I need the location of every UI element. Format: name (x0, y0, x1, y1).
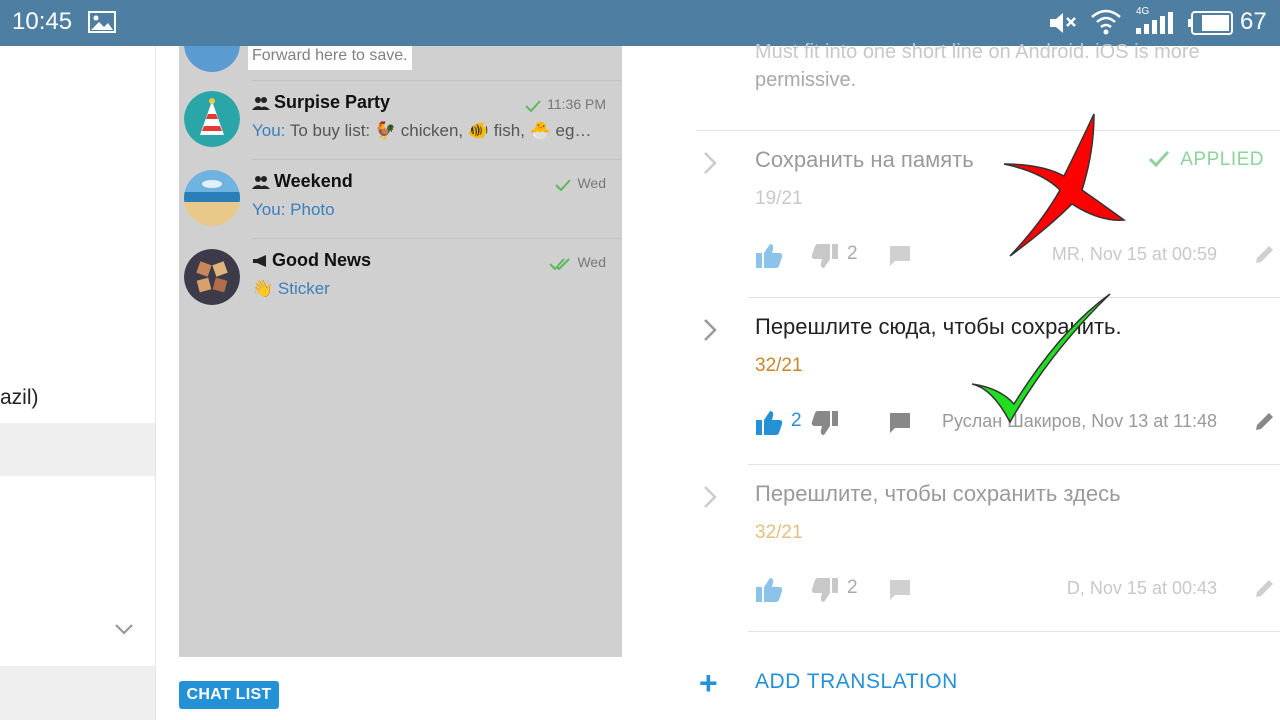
chat-row: Surpise Party 11:36 PM You: To buy list:… (179, 80, 622, 159)
image-icon (88, 11, 116, 33)
translation-text: Сохранить на память (755, 147, 974, 172)
translation-text: Перешлите, чтобы сохранить здесь (755, 481, 1121, 506)
vote-actions: 2 D, Nov 15 at 00:43 (755, 575, 1280, 605)
wifi-icon (1091, 9, 1121, 35)
chevron-right-icon[interactable] (700, 149, 720, 177)
translation-item[interactable]: Сохранить на память APPLIED 19/21 2 MR, … (696, 131, 1280, 298)
chat-row: Weekend Wed You: Photo (179, 159, 622, 238)
selected-row[interactable] (0, 423, 155, 476)
applied-badge: APPLIED (1148, 149, 1264, 171)
chat-name: Good News (252, 250, 371, 271)
comment-icon[interactable] (889, 245, 911, 267)
chat-list-button[interactable]: CHAT LIST (179, 681, 279, 709)
add-translation-button[interactable]: + ADD TRANSLATION (696, 666, 1280, 706)
translation-item[interactable]: Перешлите, чтобы сохранить здесь 32/21 2… (696, 465, 1280, 632)
check-icon (555, 179, 572, 192)
chat-name: Surpise Party (252, 92, 390, 113)
char-count: 32/21 (755, 355, 803, 376)
chat-preview-screenshot: Forward here to save. Surpise Party 11:3… (179, 46, 622, 657)
plus-icon[interactable]: + (699, 667, 718, 699)
language-label[interactable]: azil) (0, 386, 39, 410)
saved-messages-row: Forward here to save. (179, 46, 622, 80)
thumbs-up-icon[interactable] (755, 243, 783, 269)
comment-icon[interactable] (889, 412, 911, 434)
thumbs-down-icon[interactable] (811, 243, 839, 269)
divider (748, 631, 1280, 632)
saved-messages-avatar (184, 46, 240, 72)
check-icon (525, 100, 541, 113)
context-note: Must fit into one short line on Android.… (755, 41, 1200, 91)
chat-name: Weekend (252, 171, 353, 192)
chat-meta: 11:36 PM (525, 96, 606, 113)
battery-icon (1188, 11, 1233, 35)
char-count: 19/21 (755, 188, 803, 209)
signal-icon (1136, 12, 1173, 34)
char-count: 32/21 (755, 522, 803, 543)
thumbs-down-icon[interactable] (811, 577, 839, 603)
chevron-right-icon[interactable] (700, 483, 720, 511)
chat-row: Good News Wed 👋 Sticker (179, 238, 622, 317)
red-cross-mark (1003, 113, 1126, 257)
group-icon (252, 97, 270, 110)
beach-avatar (184, 170, 240, 226)
thumbs-up-icon[interactable] (755, 410, 783, 436)
chat-last-message: You: To buy list: 🐓 chicken, 🐠 fish, 🐣 e… (252, 121, 592, 140)
saved-hint: Forward here to save. (248, 46, 412, 70)
chat-meta: Wed (549, 254, 606, 271)
author-date: D, Nov 15 at 00:43 (1066, 578, 1217, 598)
party-avatar (184, 91, 240, 147)
double-check-icon (549, 258, 571, 271)
mute-icon (1050, 13, 1076, 33)
battery-percent: 67 (1240, 8, 1267, 35)
check-icon (1149, 150, 1170, 168)
comment-icon[interactable] (889, 579, 911, 601)
pencil-icon[interactable] (1254, 410, 1276, 432)
chevron-down-icon[interactable] (114, 622, 134, 636)
thumbs-down-icon[interactable] (811, 410, 839, 436)
pencil-icon[interactable] (1254, 243, 1276, 265)
group-icon (252, 176, 270, 189)
footer-row[interactable] (0, 666, 155, 720)
clock: 10:45 (12, 8, 73, 35)
thumbs-up-icon[interactable] (755, 577, 783, 603)
chat-last-message: 👋 Sticker (252, 279, 330, 298)
green-check-mark (971, 293, 1111, 424)
news-avatar (184, 249, 240, 305)
chat-meta: Wed (555, 175, 606, 192)
chevron-right-icon[interactable] (700, 316, 720, 344)
pencil-icon[interactable] (1254, 577, 1276, 599)
megaphone-icon (253, 255, 266, 267)
left-panel: azil) (0, 46, 156, 720)
chat-last-message: You: Photo (252, 200, 335, 219)
